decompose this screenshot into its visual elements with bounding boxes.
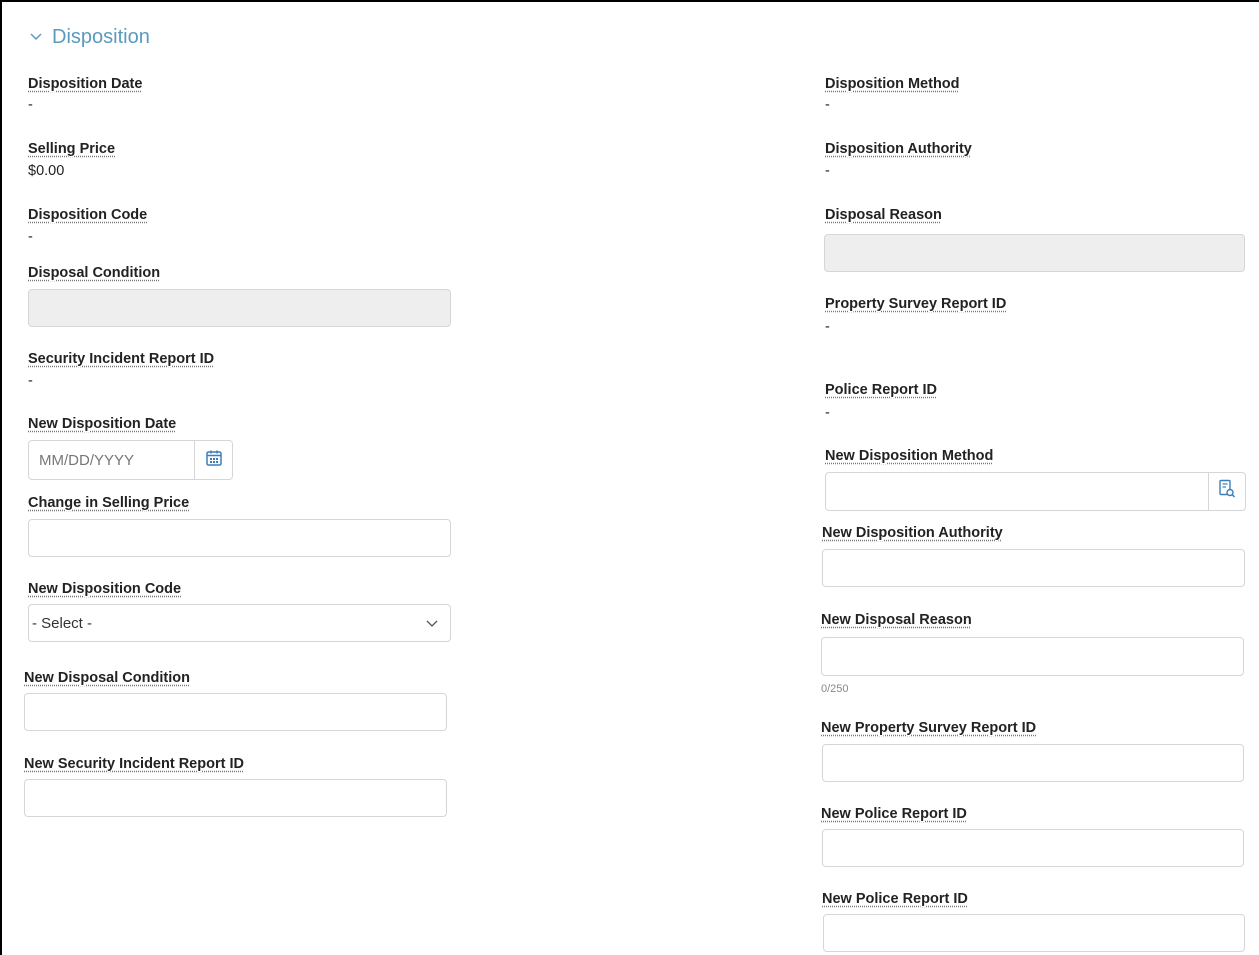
- property-survey-report-id-value: -: [825, 319, 830, 335]
- chevron-down-icon: [426, 615, 438, 632]
- security-incident-report-id-value: -: [28, 373, 33, 389]
- new-property-survey-report-id-input[interactable]: [823, 745, 1243, 781]
- character-counter: 0/250: [821, 683, 849, 695]
- disposal-condition-field: [28, 289, 451, 327]
- lookup-icon: [1218, 479, 1236, 504]
- disposal-condition-label: Disposal Condition: [28, 265, 161, 281]
- disposition-authority-label: Disposition Authority: [825, 141, 972, 157]
- section-header[interactable]: Disposition: [30, 26, 150, 49]
- selling-price-label: Selling Price: [28, 141, 116, 157]
- property-survey-report-id-label: Property Survey Report ID: [825, 296, 1007, 312]
- new-disposition-code-select[interactable]: - Select -: [28, 604, 451, 642]
- select-value: - Select -: [32, 614, 93, 632]
- change-in-selling-price-input[interactable]: [29, 520, 450, 556]
- selling-price-value: $0.00: [28, 163, 65, 179]
- disposition-authority-value: -: [825, 163, 830, 179]
- new-disposition-authority-input[interactable]: [823, 550, 1244, 586]
- new-disposal-condition-label: New Disposal Condition: [24, 670, 190, 686]
- new-disposal-condition-input[interactable]: [25, 694, 446, 730]
- disposition-date-label: Disposition Date: [28, 76, 143, 92]
- disposition-method-label: Disposition Method: [825, 76, 960, 92]
- new-disposition-date-input[interactable]: [29, 441, 194, 479]
- new-property-survey-report-id-field: [822, 744, 1244, 782]
- new-disposition-authority-field: [822, 549, 1245, 587]
- new-police-report-id-field: [822, 829, 1244, 867]
- disposition-panel: Disposition Disposition Date - Selling P…: [0, 0, 1259, 955]
- calendar-button[interactable]: [194, 441, 232, 479]
- new-disposal-condition-field: [24, 693, 447, 731]
- new-police-report-id-input[interactable]: [823, 830, 1243, 866]
- disposition-code-label: Disposition Code: [28, 207, 148, 223]
- new-disposition-method-input[interactable]: [826, 473, 1210, 510]
- new-disposition-authority-label: New Disposition Authority: [822, 525, 1003, 541]
- disposition-date-value: -: [28, 97, 33, 113]
- change-in-selling-price-field: [28, 519, 451, 557]
- police-report-id-label: Police Report ID: [825, 382, 937, 398]
- disposal-reason-field: [824, 234, 1245, 272]
- new-disposition-code-label: New Disposition Code: [28, 581, 182, 597]
- new-disposal-reason-label: New Disposal Reason: [821, 612, 972, 628]
- disposition-method-value: -: [825, 97, 830, 113]
- new-police-report-id-2-input[interactable]: [824, 915, 1244, 951]
- security-incident-report-id-label: Security Incident Report ID: [28, 351, 215, 367]
- new-property-survey-report-id-label: New Property Survey Report ID: [821, 720, 1037, 736]
- change-in-selling-price-label: Change in Selling Price: [28, 495, 190, 511]
- new-police-report-id-2-field: [823, 914, 1245, 952]
- disposal-reason-label: Disposal Reason: [825, 207, 942, 223]
- new-disposal-reason-input[interactable]: [822, 638, 1243, 675]
- calendar-icon: [205, 449, 223, 472]
- police-report-id-value: -: [825, 405, 830, 421]
- new-disposition-date-label: New Disposition Date: [28, 416, 177, 432]
- new-security-incident-report-id-label: New Security Incident Report ID: [24, 756, 244, 772]
- chevron-down-icon: [30, 29, 42, 44]
- new-police-report-id-label: New Police Report ID: [821, 806, 967, 822]
- new-disposition-method-field: [825, 472, 1246, 511]
- disposition-code-value: -: [28, 229, 33, 245]
- new-disposal-reason-field: [821, 637, 1244, 676]
- new-disposition-method-label: New Disposition Method: [825, 448, 994, 464]
- new-security-incident-report-id-field: [24, 779, 447, 817]
- section-title: Disposition: [52, 26, 150, 48]
- lookup-button[interactable]: [1208, 473, 1245, 510]
- new-security-incident-report-id-input[interactable]: [25, 780, 446, 816]
- new-disposition-date-field: [28, 440, 233, 480]
- new-police-report-id-2-label: New Police Report ID: [822, 891, 968, 907]
